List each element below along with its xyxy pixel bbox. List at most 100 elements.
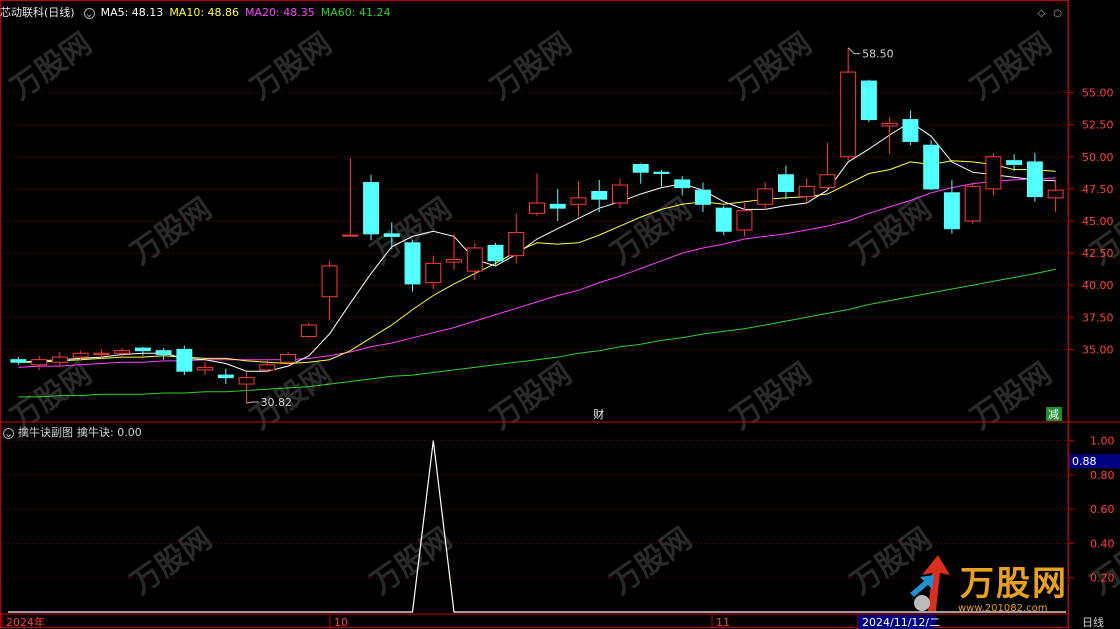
- date-label: 11: [716, 616, 730, 629]
- main-header: 芯动联科(日线) ⌄ MA5: 48.13 MA10: 48.86 MA20: 48.3…: [0, 4, 396, 22]
- candle-body-down: [860, 80, 877, 121]
- candle-body-up: [197, 366, 214, 371]
- high-price-label: 58.50: [862, 48, 894, 61]
- candle-body-up: [570, 197, 587, 205]
- header-icons: ◇ ○: [1030, 6, 1062, 19]
- candle-body-up: [259, 364, 276, 371]
- ma5-label: MA5: 48.13: [100, 6, 164, 19]
- candle-body-up: [881, 122, 898, 127]
- candle-body-down: [404, 242, 421, 285]
- sub-tick-label: 1.00: [1090, 435, 1115, 448]
- ma60-label: MA60: 41.24: [320, 6, 391, 19]
- watermark-tile: 万股网: [125, 191, 219, 271]
- candle-body-up: [31, 359, 48, 366]
- sub-tick-label: 0.60: [1090, 503, 1115, 516]
- ma10-label: MA10: 48.86: [169, 6, 240, 19]
- candle-body-up: [321, 265, 338, 298]
- watermark-tile: 万股网: [485, 356, 579, 436]
- candle-body-down: [383, 233, 400, 237]
- candle-body-up: [1047, 189, 1064, 199]
- sub-toggle-icon[interactable]: ⌄: [3, 428, 14, 439]
- watermark-url: www.201082.com: [958, 603, 1048, 614]
- watermark-tile: 万股网: [5, 26, 99, 106]
- indicator-toggle-icon[interactable]: ⌄: [83, 8, 95, 19]
- candle-body-up: [612, 184, 628, 204]
- candle-body-up: [466, 247, 483, 272]
- candle-body-down: [1006, 160, 1023, 166]
- high-pointer: [847, 47, 861, 55]
- sub-tick-label: 0.20: [1090, 572, 1115, 585]
- candle-body-up: [72, 352, 89, 358]
- ma20-label: MA20: 48.35: [245, 6, 315, 19]
- chart-frame: [0, 0, 1120, 629]
- candle-body-down: [923, 144, 940, 190]
- stock-title[interactable]: 芯动联科(日线): [0, 6, 75, 19]
- date-label: 10: [334, 616, 348, 629]
- sub-tick-label: 0.80: [1090, 469, 1115, 482]
- candle-body-down: [632, 164, 649, 173]
- watermark-tile: 万股网: [485, 26, 579, 106]
- circle-icon[interactable]: ○: [1053, 8, 1062, 19]
- candle-body-up: [508, 232, 525, 257]
- price-tick-label: 45.00: [1082, 215, 1114, 228]
- price-tick-label: 55.00: [1082, 87, 1114, 100]
- candle-body-down: [155, 350, 172, 356]
- price-tick-label: 47.50: [1082, 183, 1114, 196]
- grid-lines: [0, 92, 1068, 579]
- candle-body-down: [674, 179, 691, 189]
- watermark-tile: 万股网: [965, 356, 1059, 436]
- candle-body-up: [529, 202, 545, 214]
- low-price-label: 30.82: [261, 396, 293, 409]
- candle-body-up: [736, 210, 753, 231]
- chart-canvas: 万股网 万股网 万股网 万股网 万股网万股网 万股网 万股网 万股网 万股网万股网 万股网 万股网万…: [0, 0, 1120, 629]
- period-label: 日线: [1082, 615, 1104, 629]
- watermark-tile: 万股网: [245, 26, 339, 106]
- candle-body-up: [964, 185, 981, 222]
- price-tick-label: 52.50: [1082, 119, 1114, 132]
- candle-body-down: [902, 119, 919, 142]
- watermark-tile: 万股网: [125, 521, 219, 601]
- price-tick-label: 42.50: [1082, 247, 1114, 260]
- price-tick-label: 50.00: [1082, 151, 1114, 164]
- watermark-tile: 万股网: [845, 191, 939, 271]
- candle-body-up: [300, 324, 317, 338]
- candle-body-down: [10, 359, 27, 363]
- cai-marker: 财: [593, 407, 604, 421]
- candle-body-up: [425, 262, 442, 284]
- candle-body-down: [591, 190, 608, 200]
- watermark-tile: 万股网: [725, 26, 819, 106]
- date-label: 2024/11/12/二: [862, 616, 940, 629]
- watermark-tile: 万股网: [725, 356, 819, 436]
- candle-body-up: [114, 350, 131, 354]
- candle-body-up: [446, 259, 462, 263]
- candle-body-up: [280, 354, 297, 363]
- candle-body-down: [134, 347, 151, 352]
- candle-body-up: [798, 185, 815, 198]
- jian-marker: 减: [1048, 408, 1059, 421]
- candle-body-down: [176, 348, 193, 372]
- watermark-tile: 万股网: [605, 521, 699, 601]
- candle-body-up: [819, 174, 836, 189]
- sub-tick-label: 0.40: [1090, 537, 1115, 550]
- diamond-icon[interactable]: ◇: [1038, 8, 1046, 19]
- watermark-arrow-icon: [910, 555, 950, 611]
- candle-body-down: [549, 203, 566, 209]
- candle-body-up: [93, 352, 110, 356]
- sub-header: ⌄ 擒牛诀副图 擒牛诀: 0.00: [0, 424, 146, 440]
- candle-body-up: [985, 156, 1002, 190]
- watermark-tile: 万股网: [965, 26, 1059, 106]
- price-tick-label: 35.00: [1082, 343, 1114, 356]
- watermark-brand: 万股网: [960, 564, 1068, 604]
- watermark-pattern: 万股网 万股网 万股网 万股网 万股网万股网 万股网 万股网 万股网 万股网万股网 万股网 万股网万…: [5, 26, 1120, 601]
- candle-body-down: [363, 181, 380, 235]
- candle-body-down: [694, 189, 711, 205]
- candle-body-down: [777, 174, 794, 192]
- candle-body-up: [840, 71, 857, 158]
- candle-body-up: [238, 377, 255, 385]
- date-label: 2024年: [6, 615, 45, 629]
- price-tick-label: 37.50: [1082, 311, 1114, 324]
- candle-body-up: [757, 188, 774, 205]
- sub-title[interactable]: 擒牛诀副图: [18, 426, 73, 439]
- candle-body-up: [342, 234, 359, 237]
- candle-body-down: [487, 244, 504, 262]
